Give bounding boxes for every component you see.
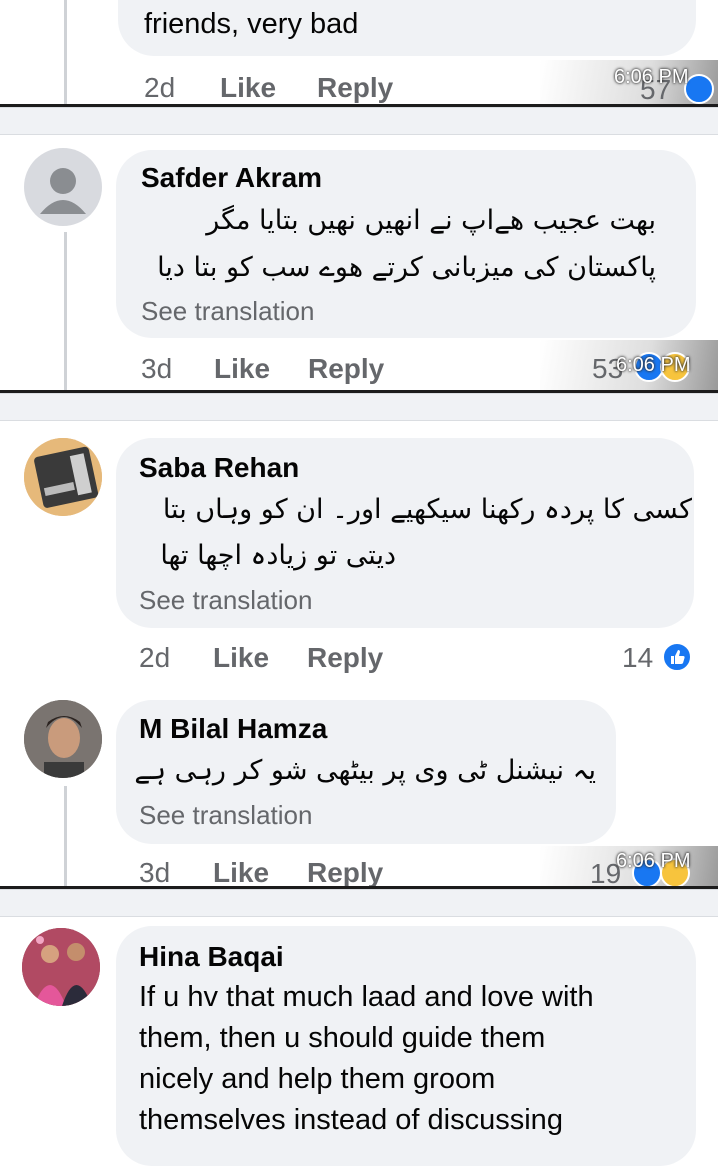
commenter-name[interactable]: Hina Baqai: [139, 941, 284, 973]
section-gap: [0, 889, 718, 917]
thread-line: [64, 0, 67, 105]
comment-text-line: nicely and help them groom: [139, 1063, 496, 1095]
timestamp-overlay: 6:06 PM: [616, 850, 691, 872]
comment-text-line: If u hv that much laad and love with: [139, 981, 594, 1013]
comment-time: 2d: [139, 642, 171, 673]
comment-text-line: کسی کا پردہ رکھنا سیکھیے اور۔ ان کو وہاں…: [162, 494, 692, 525]
commenter-name[interactable]: Saba Rehan: [139, 452, 299, 484]
profile-photo: [24, 700, 102, 778]
commenter-name[interactable]: M Bilal Hamza: [139, 713, 327, 745]
comment-text-line: پاکستان کی میزبانی کرتے هوے سب کو بتا دی…: [157, 252, 656, 283]
comment-text-line: دیتی تو زیادہ اچھا تھا: [160, 540, 396, 571]
default-avatar-icon: [40, 168, 86, 214]
profile-photo: [22, 928, 100, 1006]
comment-text-line: themselves instead of discussing: [139, 1104, 563, 1136]
comment-time: 2d: [144, 72, 176, 103]
avatar[interactable]: [24, 700, 102, 778]
see-translation-link[interactable]: See translation: [139, 800, 312, 831]
comment-time: 3d: [141, 353, 173, 384]
like-button[interactable]: Like: [213, 857, 269, 889]
avatar[interactable]: [24, 438, 102, 516]
see-translation-link[interactable]: See translation: [139, 585, 312, 616]
timestamp-overlay: 6:06 PM: [614, 66, 689, 88]
avatar[interactable]: [22, 928, 100, 1006]
comment-text-line: بهت عجیب هےاپ نے انهیں نهیں بتایا مگر: [206, 205, 656, 236]
commenter-name[interactable]: Safder Akram: [141, 162, 322, 194]
like-reaction-icon: [684, 74, 714, 104]
reply-button[interactable]: Reply: [317, 72, 393, 104]
reply-button[interactable]: Reply: [307, 857, 383, 889]
comment-text-line: them, then u should guide them: [139, 1022, 546, 1054]
see-translation-link[interactable]: See translation: [141, 296, 314, 327]
timestamp-overlay: 6:06 PM: [616, 354, 691, 376]
thread-line: [64, 232, 67, 390]
comment-text-line: یہ نیشنل ٹی وی پر بیٹھی شو کر رہی ہے: [134, 755, 596, 786]
section-gap: [0, 107, 718, 135]
like-button[interactable]: Like: [213, 642, 269, 674]
like-button[interactable]: Like: [220, 72, 276, 104]
reply-button[interactable]: Reply: [308, 353, 384, 385]
comment-time: 3d: [139, 857, 171, 888]
like-reaction-icon: [662, 642, 692, 672]
like-button[interactable]: Like: [214, 353, 270, 385]
section-gap: [0, 393, 718, 421]
profile-photo: [24, 438, 102, 516]
comment-text: friends, very bad: [144, 8, 359, 40]
reply-button[interactable]: Reply: [307, 642, 383, 674]
thread-line: [64, 786, 67, 888]
avatar[interactable]: [24, 148, 102, 226]
reaction-count: 14: [622, 642, 654, 673]
